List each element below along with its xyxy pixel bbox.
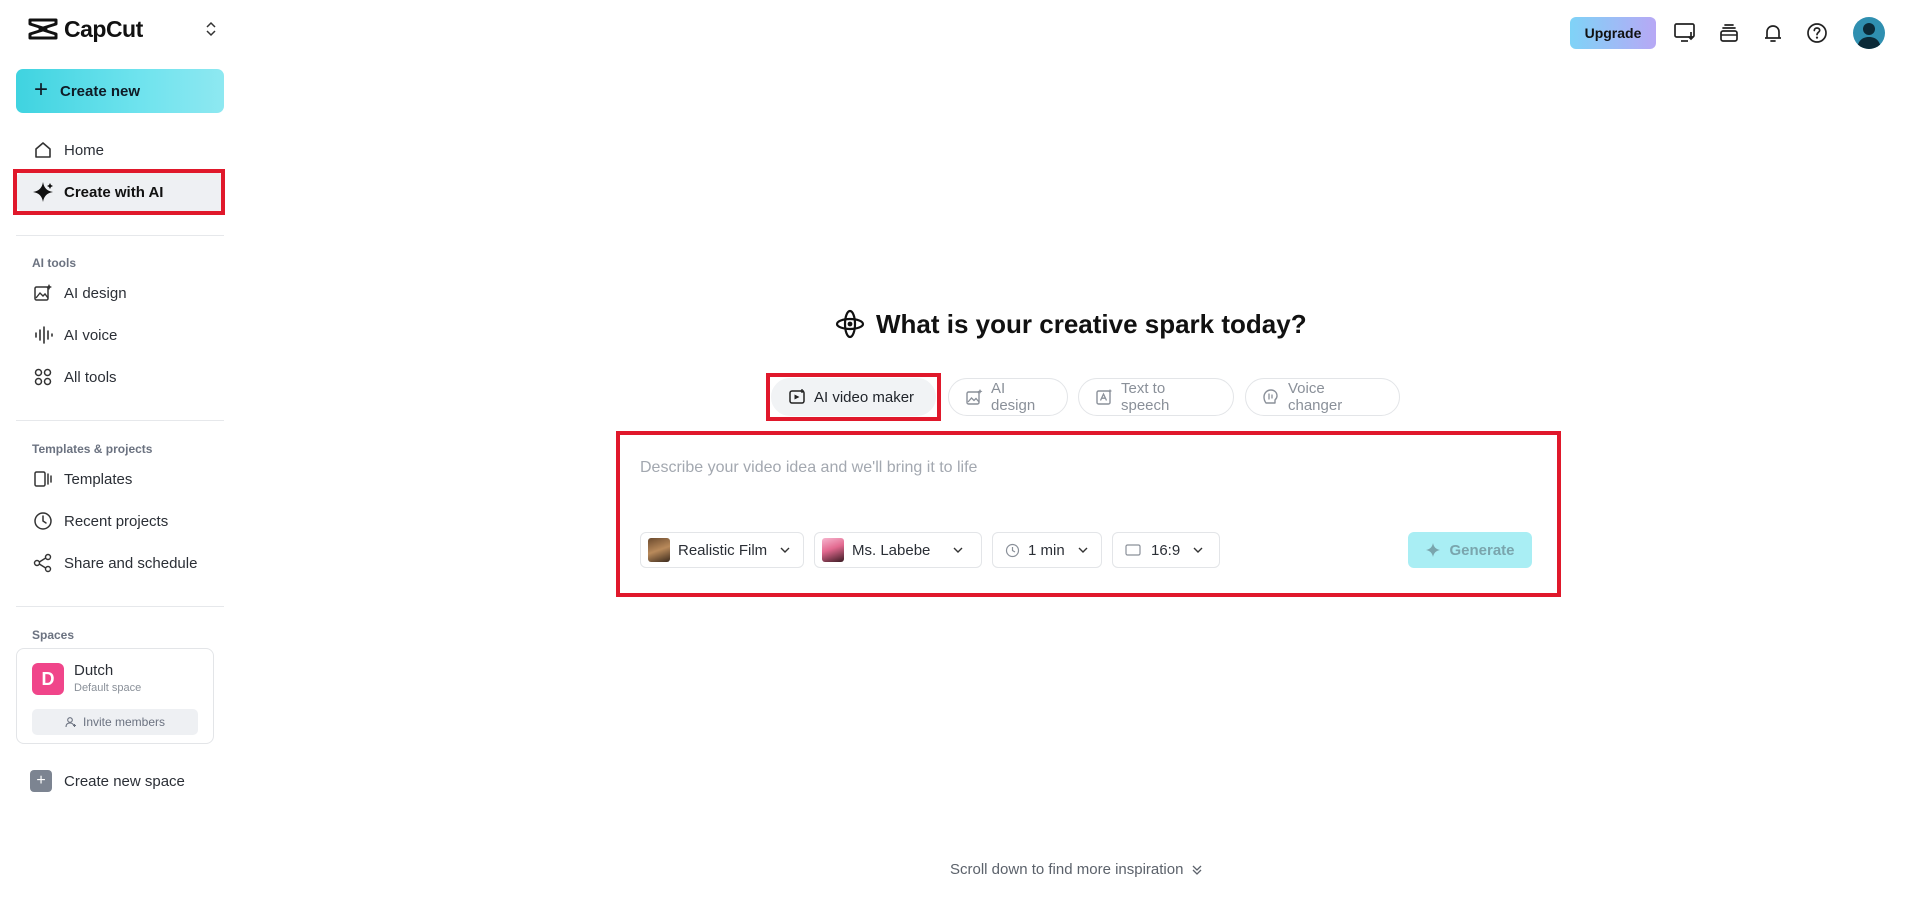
- brand[interactable]: CapCut: [28, 14, 218, 44]
- grid-icon: [32, 366, 54, 388]
- sidebar-item-home[interactable]: Home: [16, 131, 224, 169]
- sidebar-item-label: Create with AI: [64, 183, 164, 201]
- sidebar-item-recent-projects[interactable]: Recent projects: [16, 502, 224, 540]
- page-title: What is your creative spark today?: [876, 308, 1307, 339]
- home-icon: [32, 139, 54, 161]
- aspect-ratio-select[interactable]: 16:9: [1112, 532, 1220, 568]
- tab-text-to-speech[interactable]: Text to speech: [1078, 378, 1234, 416]
- audio-wave-icon: [32, 324, 54, 346]
- space-avatar: D: [32, 663, 64, 695]
- generate-label: Generate: [1449, 541, 1515, 559]
- sidebar: CapCut + Create new Home Create with AI …: [0, 0, 240, 911]
- space-card[interactable]: D Dutch Default space Invite members: [16, 648, 214, 744]
- user-add-icon: [65, 717, 76, 728]
- divider: [16, 606, 224, 607]
- prompt-input[interactable]: Describe your video idea and we'll bring…: [640, 459, 977, 477]
- divider: [16, 420, 224, 421]
- sidebar-item-label: Share and schedule: [64, 554, 198, 572]
- template-icon: [32, 468, 54, 490]
- invite-members-label: Invite members: [82, 715, 166, 729]
- tab-voice-changer[interactable]: Voice changer: [1245, 378, 1400, 416]
- create-new-space-label: Create new space: [64, 772, 185, 790]
- sidebar-item-all-tools[interactable]: All tools: [16, 358, 224, 396]
- invite-members-button[interactable]: Invite members: [32, 709, 198, 735]
- video-add-icon: [788, 388, 806, 406]
- clock-icon: [32, 510, 54, 532]
- sidebar-item-create-with-ai[interactable]: Create with AI: [16, 173, 224, 211]
- sidebar-item-label: All tools: [64, 368, 117, 386]
- chevron-updown-icon[interactable]: [204, 21, 218, 37]
- aspect-ratio-icon: [1125, 544, 1141, 556]
- create-new-space-button[interactable]: + Create new space: [30, 770, 185, 792]
- tab-label: AI design: [991, 380, 1036, 414]
- aspect-ratio-value: 16:9: [1151, 541, 1181, 559]
- hero-heading: What is your creative spark today?: [834, 308, 1307, 340]
- section-ai-tools: AI tools: [32, 256, 76, 270]
- duration-select[interactable]: 1 min: [992, 532, 1102, 568]
- style-select[interactable]: Realistic Film: [640, 532, 804, 568]
- space-subtitle: Default space: [74, 682, 142, 694]
- sparkle-icon: [32, 181, 54, 203]
- stack-icon[interactable]: [1716, 20, 1742, 46]
- chevron-down-icon: [952, 544, 964, 556]
- scroll-hint-label: Scroll down to find more inspiration: [950, 861, 1184, 878]
- sidebar-item-templates[interactable]: Templates: [16, 460, 224, 498]
- capcut-logo-icon: [28, 18, 58, 40]
- tab-ai-design[interactable]: AI design: [948, 378, 1068, 416]
- prompt-panel: Describe your video idea and we'll bring…: [622, 435, 1558, 591]
- user-avatar-icon[interactable]: [1853, 17, 1885, 49]
- upgrade-button[interactable]: Upgrade: [1570, 17, 1656, 49]
- create-new-label: Create new: [60, 82, 141, 100]
- sidebar-item-ai-design[interactable]: AI design: [16, 274, 224, 312]
- sidebar-item-label: Recent projects: [64, 512, 169, 530]
- image-sparkle-icon: [32, 282, 54, 304]
- sidebar-item-label: Home: [64, 141, 105, 159]
- plus-icon: +: [34, 76, 49, 103]
- desktop-download-icon[interactable]: [1672, 20, 1698, 46]
- clock-icon: [1005, 543, 1020, 558]
- share-icon: [32, 552, 54, 574]
- plus-icon: +: [30, 770, 52, 792]
- brand-name: CapCut: [64, 15, 143, 42]
- text-speech-icon: [1095, 388, 1113, 406]
- chevron-down-icon: [1192, 544, 1204, 556]
- image-sparkle-icon: [965, 388, 983, 406]
- style-thumbnail: [648, 538, 670, 562]
- bell-icon[interactable]: [1760, 20, 1786, 46]
- capcut-app: CapCut + Create new Home Create with AI …: [0, 0, 1920, 911]
- scroll-hint[interactable]: Scroll down to find more inspiration: [950, 861, 1203, 878]
- chevron-down-icon: [1077, 544, 1089, 556]
- help-icon[interactable]: [1804, 20, 1830, 46]
- generate-button[interactable]: Generate: [1408, 532, 1532, 568]
- orbit-logo-icon: [835, 309, 865, 339]
- duration-value: 1 min: [1028, 541, 1065, 559]
- voice-select[interactable]: Ms. Labebe: [814, 532, 982, 568]
- section-spaces: Spaces: [32, 628, 75, 642]
- chevron-down-icon: [779, 544, 791, 556]
- tab-ai-video-maker[interactable]: AI video maker: [771, 378, 936, 416]
- sparkle-icon: [1426, 543, 1441, 557]
- voice-avatar: [822, 538, 844, 562]
- create-new-button[interactable]: + Create new: [16, 69, 224, 113]
- tab-label: Text to speech: [1121, 380, 1170, 414]
- sidebar-item-ai-voice[interactable]: AI voice: [16, 316, 224, 354]
- space-name: Dutch: [74, 662, 114, 679]
- sidebar-item-share-schedule[interactable]: Share and schedule: [16, 544, 224, 582]
- voice-value: Ms. Labebe: [852, 541, 931, 559]
- tab-label: Voice changer: [1288, 380, 1343, 414]
- double-chevron-down-icon: [1192, 865, 1202, 875]
- sidebar-item-label: AI voice: [64, 326, 118, 344]
- section-templates-projects: Templates & projects: [32, 442, 153, 456]
- tab-label: AI video maker: [814, 388, 915, 406]
- sidebar-item-label: Templates: [64, 470, 133, 488]
- divider: [16, 235, 224, 236]
- sidebar-item-label: AI design: [64, 284, 127, 302]
- style-value: Realistic Film: [678, 541, 768, 559]
- voice-changer-icon: [1262, 388, 1280, 406]
